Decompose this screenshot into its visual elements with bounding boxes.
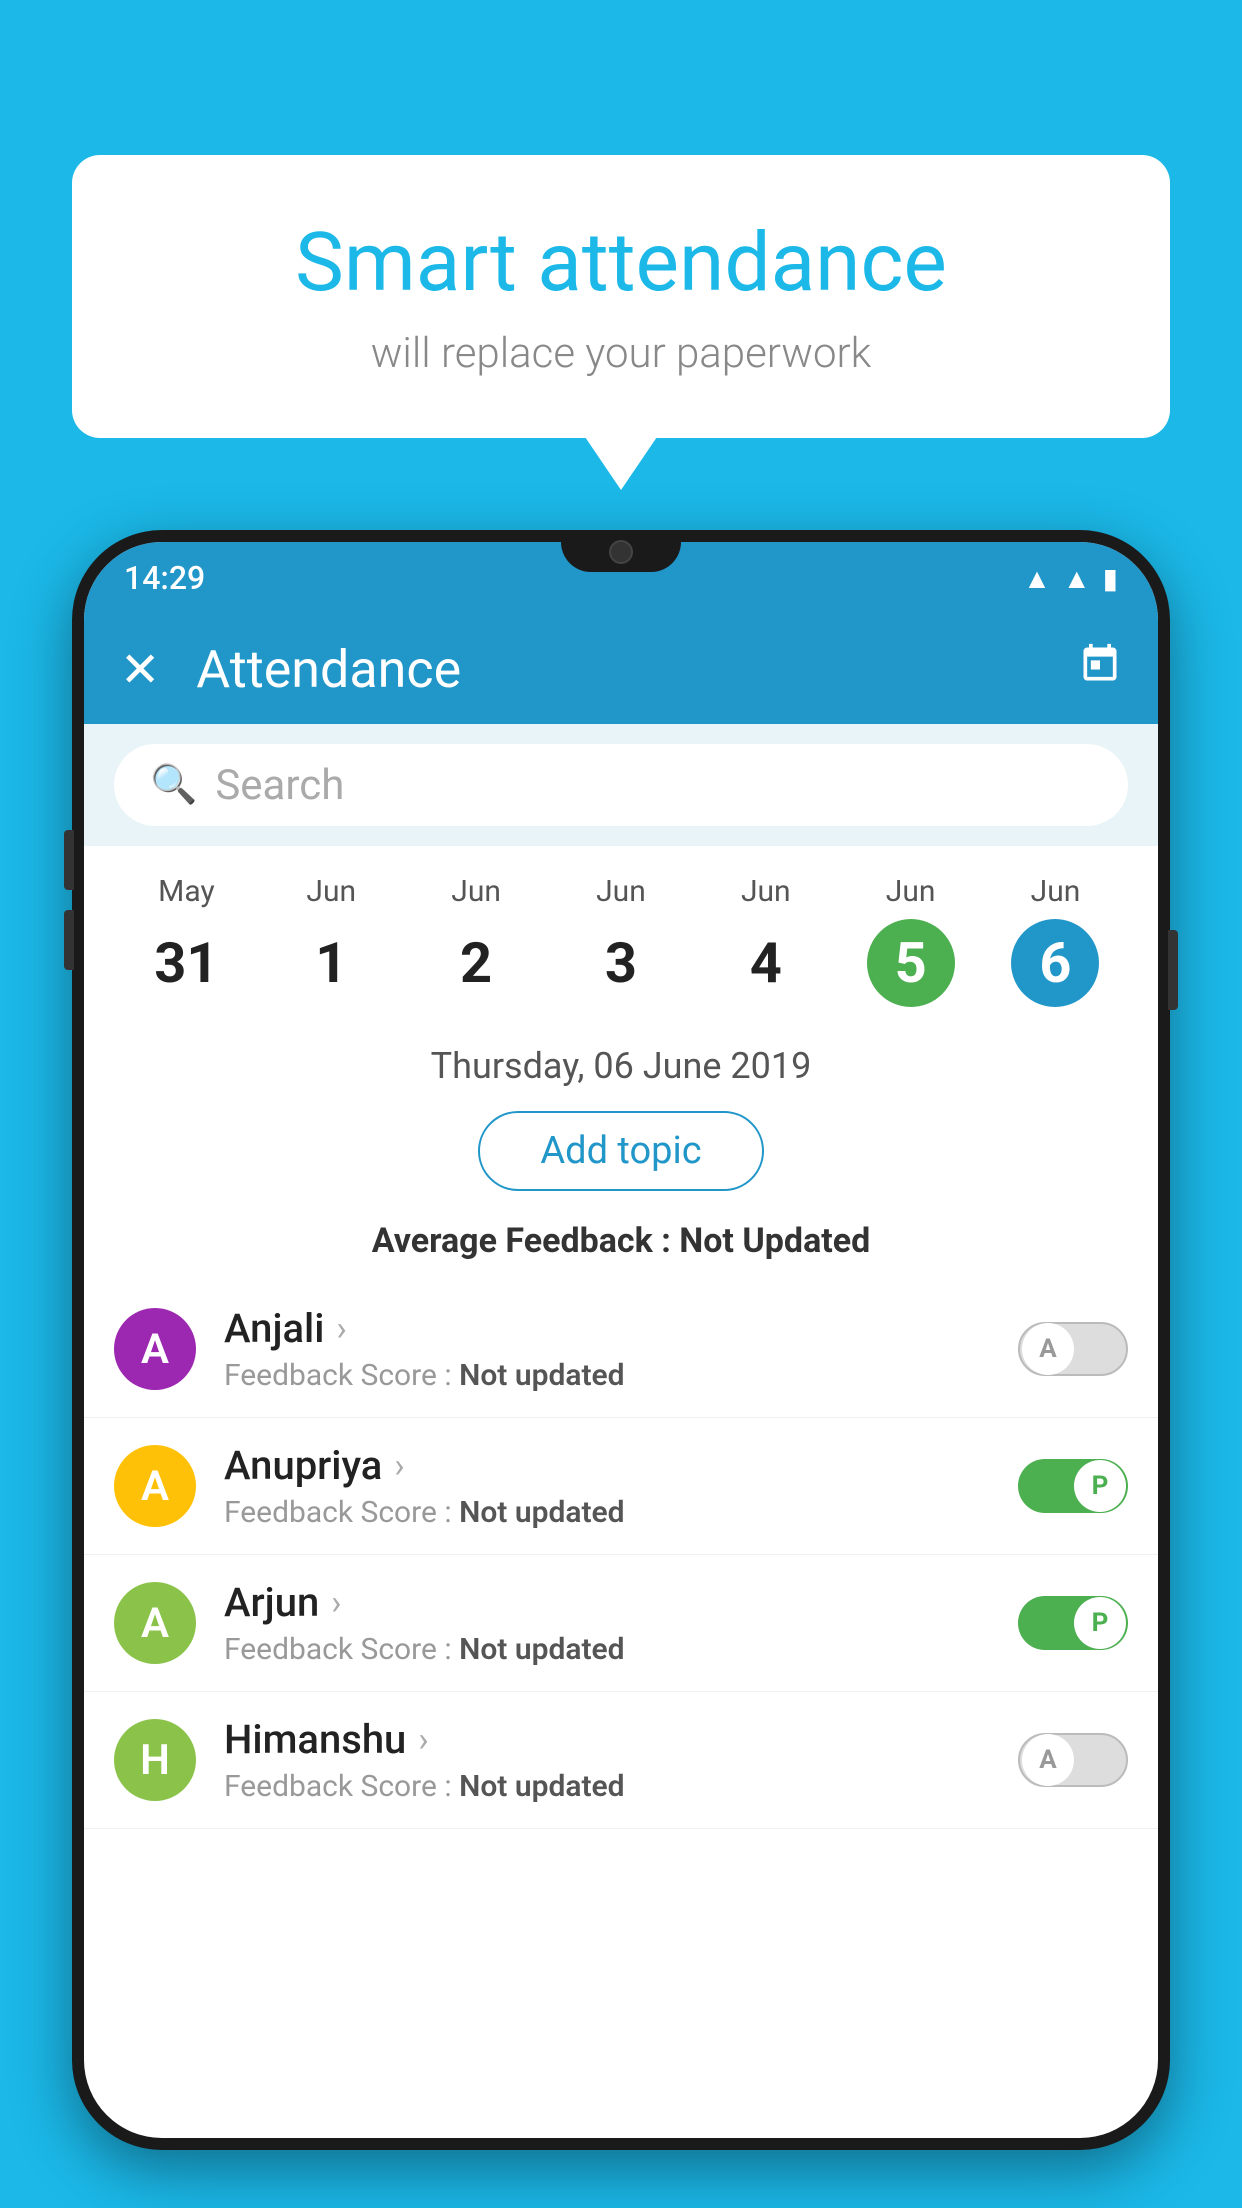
calendar-day[interactable]: Jun 3: [577, 874, 665, 1007]
student-avatar: A: [114, 1308, 196, 1390]
student-avatar: A: [114, 1445, 196, 1527]
cal-date-number: 5: [867, 919, 955, 1007]
cal-date-number: 31: [142, 919, 230, 1007]
cal-date-number: 3: [577, 919, 665, 1007]
bubble-title: Smart attendance: [132, 215, 1110, 311]
calendar-day[interactable]: Jun 5: [867, 874, 955, 1007]
cal-month-label: Jun: [306, 874, 356, 909]
app-bar-title: Attendance: [196, 639, 1078, 700]
cal-month-label: Jun: [596, 874, 646, 909]
toggle-wrapper[interactable]: P: [1018, 1459, 1128, 1513]
student-feedback: Feedback Score : Not updated: [224, 1495, 1018, 1530]
student-avatar: A: [114, 1582, 196, 1664]
average-feedback: Average Feedback : Not Updated: [84, 1207, 1158, 1281]
student-info: Arjun › Feedback Score : Not updated: [224, 1579, 1018, 1667]
cal-month-label: Jun: [886, 874, 936, 909]
chevron-right-icon: ›: [331, 1583, 341, 1623]
attendance-toggle[interactable]: A: [1018, 1733, 1128, 1787]
calendar-day[interactable]: Jun 2: [432, 874, 520, 1007]
toggle-wrapper[interactable]: A: [1018, 1322, 1128, 1376]
student-item[interactable]: A Arjun › Feedback Score : Not updated P: [84, 1555, 1158, 1692]
toggle-wrapper[interactable]: P: [1018, 1596, 1128, 1650]
student-name: Anupriya: [224, 1442, 382, 1489]
student-info: Himanshu › Feedback Score : Not updated: [224, 1716, 1018, 1804]
calendar-strip: May 31 Jun 1 Jun 2 Jun 3 Jun 4 Jun 5 Jun 6: [84, 846, 1158, 1027]
chevron-right-icon: ›: [418, 1720, 428, 1760]
status-icons: ▲ ▲ ▮: [1023, 562, 1118, 595]
avg-feedback-value: Not Updated: [679, 1221, 870, 1261]
student-name: Himanshu: [224, 1716, 406, 1763]
student-feedback: Feedback Score : Not updated: [224, 1358, 1018, 1393]
calendar-day[interactable]: May 31: [142, 874, 230, 1007]
cal-month-label: May: [158, 874, 214, 909]
volume-down-button[interactable]: [64, 910, 74, 970]
cal-month-label: Jun: [741, 874, 791, 909]
volume-up-button[interactable]: [64, 830, 74, 890]
student-info: Anjali › Feedback Score : Not updated: [224, 1305, 1018, 1393]
battery-icon: ▮: [1103, 562, 1118, 595]
speech-bubble: Smart attendance will replace your paper…: [72, 155, 1170, 438]
toggle-knob: P: [1074, 1597, 1126, 1649]
attendance-toggle[interactable]: P: [1018, 1596, 1128, 1650]
add-topic-container: Add topic: [84, 1101, 1158, 1207]
selected-date-label: Thursday, 06 June 2019: [84, 1027, 1158, 1101]
power-button[interactable]: [1168, 930, 1178, 1010]
student-list: AAnjali›Feedback Score : Not updatedAAAn…: [84, 1281, 1158, 1829]
student-feedback: Feedback Score : Not updated: [224, 1632, 1018, 1667]
avg-feedback-label: Average Feedback :: [372, 1221, 671, 1261]
cal-month-label: Jun: [451, 874, 501, 909]
front-camera: [609, 540, 633, 564]
phone-wrapper: 14:29 ▲ ▲ ▮ ✕ Attendance: [72, 530, 1170, 2208]
cal-date-number: 2: [432, 919, 520, 1007]
toggle-knob: A: [1022, 1323, 1074, 1375]
status-time: 14:29: [124, 559, 205, 597]
speech-bubble-wrapper: Smart attendance will replace your paper…: [72, 155, 1170, 438]
student-info: Anupriya › Feedback Score : Not updated: [224, 1442, 1018, 1530]
student-item[interactable]: A Anupriya › Feedback Score : Not updated P: [84, 1418, 1158, 1555]
calendar-day[interactable]: Jun 4: [722, 874, 810, 1007]
student-item[interactable]: H Himanshu › Feedback Score : Not updatedA: [84, 1692, 1158, 1829]
toggle-knob: A: [1022, 1734, 1074, 1786]
attendance-toggle[interactable]: P: [1018, 1459, 1128, 1513]
bubble-subtitle: will replace your paperwork: [132, 329, 1110, 378]
calendar-day[interactable]: Jun 1: [287, 874, 375, 1007]
search-placeholder: Search: [215, 761, 344, 810]
add-topic-button[interactable]: Add topic: [478, 1111, 763, 1191]
phone-frame: 14:29 ▲ ▲ ▮ ✕ Attendance: [72, 530, 1170, 2150]
toggle-wrapper[interactable]: A: [1018, 1733, 1128, 1787]
student-name: Anjali: [224, 1305, 324, 1352]
chevron-right-icon: ›: [394, 1446, 404, 1486]
student-name: Arjun: [224, 1579, 319, 1626]
cal-month-label: Jun: [1031, 874, 1081, 909]
calendar-day[interactable]: Jun 6: [1011, 874, 1099, 1007]
signal-icon: ▲: [1063, 562, 1091, 595]
chevron-right-icon: ›: [336, 1309, 346, 1349]
wifi-icon: ▲: [1023, 562, 1051, 595]
student-feedback: Feedback Score : Not updated: [224, 1769, 1018, 1804]
student-avatar: H: [114, 1719, 196, 1801]
phone-screen: 14:29 ▲ ▲ ▮ ✕ Attendance: [84, 542, 1158, 2138]
phone-notch: [561, 530, 681, 572]
cal-date-number: 4: [722, 919, 810, 1007]
app-bar: ✕ Attendance: [84, 614, 1158, 724]
search-container: 🔍 Search: [84, 724, 1158, 846]
student-item[interactable]: AAnjali›Feedback Score : Not updatedA: [84, 1281, 1158, 1418]
attendance-toggle[interactable]: A: [1018, 1322, 1128, 1376]
search-bar[interactable]: 🔍 Search: [114, 744, 1128, 826]
calendar-icon[interactable]: [1078, 642, 1122, 696]
cal-date-number: 1: [287, 919, 375, 1007]
cal-date-number: 6: [1011, 919, 1099, 1007]
search-icon: 🔍: [150, 763, 197, 807]
toggle-knob: P: [1074, 1460, 1126, 1512]
close-button[interactable]: ✕: [120, 641, 160, 698]
